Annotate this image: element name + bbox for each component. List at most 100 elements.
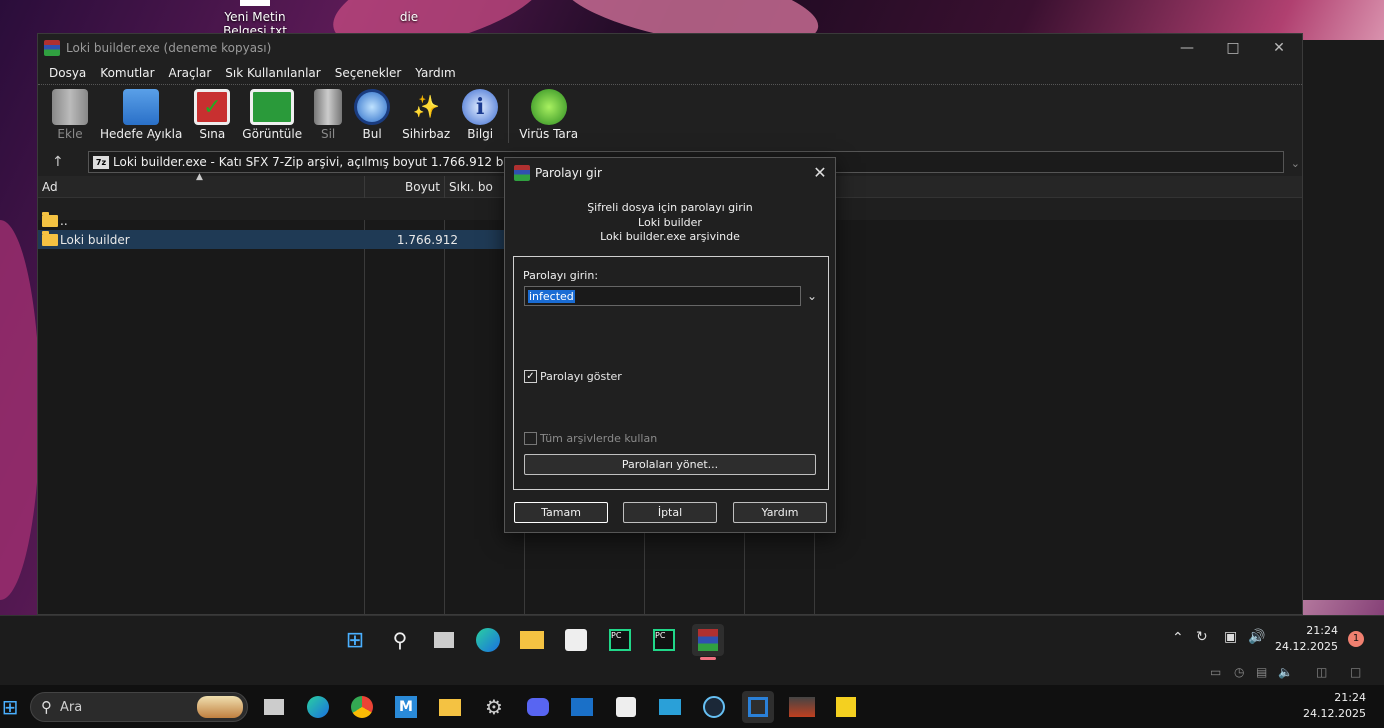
dialog-info-line: Şifreli dosya için parolayı girin [587,201,753,214]
toolbar-label: Sil [320,127,336,141]
toolbar-test-button[interactable]: ✓ Sına [188,89,236,147]
info-icon: i [462,89,499,125]
menu-dosya[interactable]: Dosya [42,66,93,80]
toolbar-info-button[interactable]: i Bilgi [456,89,504,147]
cancel-button[interactable]: İptal [623,502,717,523]
sort-arrow-icon: ▲ [196,172,203,182]
test-clipboard-icon: ✓ [194,89,231,125]
dialog-info: Şifreli dosya için parolayı girin Loki b… [505,201,835,245]
text-file-icon [240,0,270,6]
find-magnifier-icon [354,89,391,125]
chevron-up-icon[interactable]: ⌃ [1172,630,1184,646]
discord-icon[interactable] [522,691,554,723]
desktop-icon-die[interactable]: die [392,10,426,24]
menu-sik-kullanilanlar[interactable]: Sık Kullanılanlar [218,66,327,80]
toolbar-virus-scan-button[interactable]: Virüs Tara [513,89,584,147]
chevron-down-icon[interactable]: ⌄ [803,287,821,305]
search-icon[interactable]: ⚲ [384,624,416,656]
edge-icon[interactable] [302,691,334,723]
window-titlebar[interactable]: Loki builder.exe (deneme kopyası) — □ ✕ [38,34,1302,62]
7zip-icon: 7z [93,155,109,169]
display-icon[interactable]: ▤ [1256,665,1267,679]
list-item[interactable]: .. [38,211,68,230]
search-icon: ⚲ [41,698,52,716]
active-indicator [700,657,716,660]
drive-icon[interactable]: ▭ [1210,665,1221,679]
maximize-button[interactable]: □ [1210,34,1256,62]
steam-icon[interactable] [698,691,730,723]
use-all-archives-checkbox[interactable]: Tüm arşivlerde kullan [524,432,657,445]
game-car-icon[interactable] [786,691,818,723]
folder-icon [42,211,58,227]
checkbox-box [524,432,537,445]
notes-icon[interactable]: □ [1350,665,1361,679]
task-view-icon[interactable] [428,624,460,656]
menu-bar: Dosya Komutlar Araçlar Sık Kullanılanlar… [38,62,1302,84]
mail-m-icon[interactable]: M [390,691,422,723]
clock-tray-icon[interactable]: ◷ [1234,665,1244,679]
ok-button[interactable]: Tamam [514,502,608,523]
column-packed[interactable]: Sıkı. bo [445,176,505,198]
toolbar-delete-button[interactable]: Sil [308,89,348,147]
close-button[interactable]: ✕ [1256,34,1302,62]
archive-tray-icon[interactable]: ◫ [1316,665,1327,679]
menu-komutlar[interactable]: Komutlar [93,66,161,80]
task-view-icon[interactable] [258,691,290,723]
menu-yardim[interactable]: Yardım [408,66,462,80]
tray-extra-row: ▭ ◷ ▤ 🔈 ◫ □ [0,663,1384,685]
taskbar-search[interactable]: ⚲ Ara [30,692,248,722]
manage-passwords-button[interactable]: Parolaları yönet... [524,454,816,475]
winrar-icon [514,164,530,181]
mute-icon[interactable]: 🔈 [1278,665,1293,679]
start-windows-icon[interactable]: ⊞ [339,624,371,656]
password-input[interactable]: infected [524,286,801,306]
desktop-icon-textfile[interactable]: Yeni Metin Belgesi.txt [220,0,290,33]
menu-araclar[interactable]: Araçlar [162,66,219,80]
search-label: Ara [60,699,83,715]
toolbar-view-button[interactable]: Görüntüle [236,89,308,147]
network-icon[interactable]: ▣ [1224,629,1237,645]
view-book-icon [250,89,295,125]
winrar-taskbar-icon[interactable] [692,624,724,656]
volume-icon[interactable]: 🔊 [1248,629,1265,645]
toolbar-label: Görüntüle [242,127,303,141]
file-explorer-icon[interactable] [516,624,548,656]
file-size: 1.766.912 [396,232,458,247]
minimize-button[interactable]: — [1164,34,1210,62]
pycharm-icon[interactable]: PC [604,624,636,656]
clock-host[interactable]: 21:24 24.12.2025 [1290,690,1366,722]
chrome-icon[interactable] [346,691,378,723]
extract-folder-icon [123,89,160,125]
settings-gear-icon[interactable]: ⚙ [478,691,510,723]
sync-icon[interactable]: ↻ [1196,629,1208,645]
edge-icon[interactable] [472,624,504,656]
sticky-notes-icon[interactable] [830,691,862,723]
pycharm-icon[interactable]: PC [648,624,680,656]
store-icon[interactable] [610,691,642,723]
up-arrow-icon[interactable]: ↑ [52,154,68,170]
start-windows-icon[interactable]: ⊞ [0,691,26,723]
toolbar-extract-button[interactable]: Hedefe Ayıkla [94,89,188,147]
file-explorer-icon[interactable] [434,691,466,723]
toolbar-find-button[interactable]: Bul [348,89,396,147]
store-icon[interactable] [560,624,592,656]
help-button[interactable]: Yardım [733,502,827,523]
menu-secenekler[interactable]: Seçenekler [328,66,409,80]
clock-inner[interactable]: 21:24 24.12.2025 [1270,623,1338,655]
remote-desktop-icon[interactable] [654,691,686,723]
wizard-wand-icon: ✨ [412,94,440,120]
virtualbox-icon[interactable] [742,691,774,723]
trash-icon [314,89,343,125]
address-dropdown-icon[interactable]: ⌄ [1291,157,1300,170]
outlook-icon[interactable] [566,691,598,723]
toolbar-wizard-button[interactable]: ✨ Sihirbaz [396,89,456,147]
list-item[interactable]: Loki builder 1.766.912 [38,230,508,249]
clock-date: 24.12.2025 [1275,640,1338,653]
show-password-checkbox[interactable]: ✓ Parolayı göster [524,370,622,383]
clock-time: 21:24 [1334,691,1366,704]
dialog-titlebar[interactable]: Parolayı gir ✕ [505,158,835,187]
dialog-close-button[interactable]: ✕ [805,163,835,182]
notification-badge[interactable]: 1 [1348,631,1364,647]
toolbar-add-button[interactable]: Ekle [46,89,94,147]
column-size[interactable]: Boyut [365,176,445,198]
